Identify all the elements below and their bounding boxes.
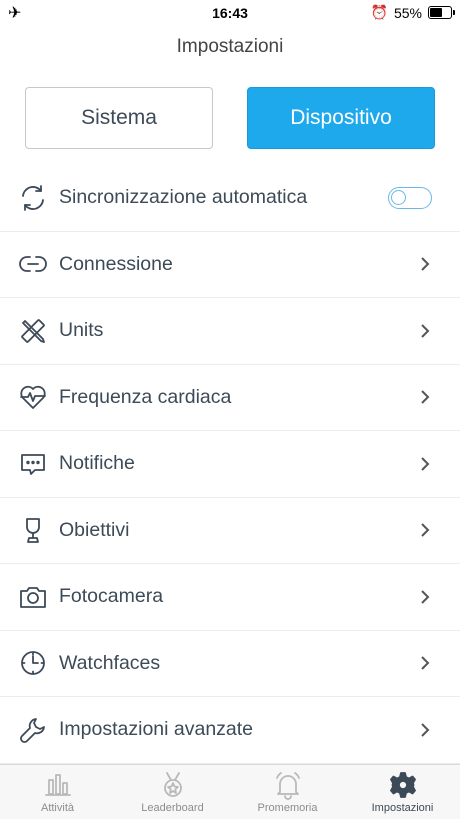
row-label: Units xyxy=(59,319,104,342)
heart-rate-icon xyxy=(18,382,48,412)
page-title: Impostazioni xyxy=(176,36,284,57)
row-label: Fotocamera xyxy=(59,585,164,608)
camera-icon xyxy=(18,582,48,612)
tab-attivita[interactable]: Attività xyxy=(0,765,115,819)
row-obiettivi[interactable]: Obiettivi xyxy=(0,498,460,564)
sync-icon xyxy=(18,183,48,213)
segment-dispositivo[interactable]: Dispositivo xyxy=(247,87,435,149)
row-label: Obiettivi xyxy=(59,518,130,541)
toggle-knob xyxy=(391,189,406,205)
ruler-pencil-icon xyxy=(18,316,48,346)
status-right: ⏰ 55% xyxy=(370,4,455,21)
tab-leaderboard[interactable]: Leaderboard xyxy=(115,765,230,819)
tab-bar: Attività Leaderboard Promemoria Impostaz… xyxy=(0,764,460,819)
chevron-right-icon xyxy=(416,521,434,539)
medal-icon xyxy=(163,772,182,797)
alarm-icon: ⏰ xyxy=(370,4,388,20)
row-label: Connessione xyxy=(59,252,173,275)
row-connessione[interactable]: Connessione xyxy=(0,232,460,298)
tab-impostazioni[interactable]: Impostazioni xyxy=(345,765,460,819)
chevron-right-icon xyxy=(416,588,434,606)
battery-icon xyxy=(428,6,455,19)
chevron-right-icon xyxy=(416,388,434,406)
battery-percent: 55% xyxy=(393,4,422,21)
chevron-right-icon xyxy=(416,721,434,739)
row-frequenza-cardiaca[interactable]: Frequenza cardiaca xyxy=(0,365,460,431)
row-label: Frequenza cardiaca xyxy=(59,385,232,408)
wrench-icon xyxy=(18,715,48,745)
clock-icon xyxy=(18,648,48,678)
row-auto-sync: Sincronizzazione automatica xyxy=(0,165,460,232)
tab-label: Leaderboard xyxy=(141,802,204,814)
bell-icon xyxy=(275,772,300,800)
chevron-right-icon xyxy=(416,654,434,672)
row-units[interactable]: Units xyxy=(0,298,460,365)
row-watchfaces[interactable]: Watchfaces xyxy=(0,631,460,697)
row-label: Impostazioni avanzate xyxy=(59,718,254,741)
connection-icon xyxy=(18,249,48,279)
row-label: Notifiche xyxy=(59,452,135,475)
chevron-right-icon xyxy=(416,455,434,473)
chevron-right-icon xyxy=(416,322,434,340)
tab-label: Attività xyxy=(40,802,74,814)
auto-sync-toggle[interactable] xyxy=(388,186,432,209)
status-bar: ✈ 16:43 ⏰ 55% xyxy=(0,0,460,26)
bar-chart-icon xyxy=(44,774,71,796)
chevron-right-icon xyxy=(416,255,434,273)
row-fotocamera[interactable]: Fotocamera xyxy=(0,564,460,631)
tab-label: Promemoria xyxy=(257,802,318,814)
segment-sistema[interactable]: Sistema xyxy=(25,87,213,149)
trophy-icon xyxy=(18,515,48,545)
row-impostazioni-avanzate[interactable]: Impostazioni avanzate xyxy=(0,697,460,764)
tab-promemoria[interactable]: Promemoria xyxy=(230,765,345,819)
gear-icon xyxy=(389,772,416,798)
message-icon xyxy=(18,449,48,479)
row-label: Watchfaces xyxy=(59,651,161,674)
tab-label: Impostazioni xyxy=(371,802,434,814)
battery-fill xyxy=(430,8,443,17)
settings-list: Sincronizzazione automatica Connessione … xyxy=(0,165,460,764)
row-notifiche[interactable]: Notifiche xyxy=(0,431,460,498)
